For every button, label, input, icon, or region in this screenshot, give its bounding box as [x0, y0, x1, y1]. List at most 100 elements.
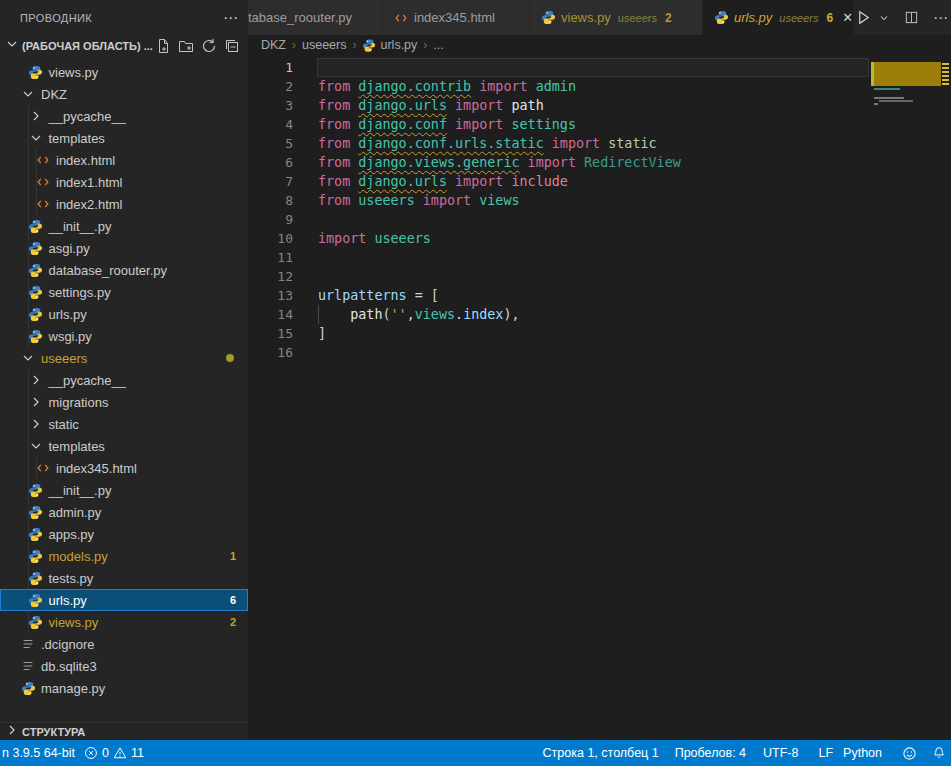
breadcrumb-item[interactable]: urls.py	[380, 38, 417, 52]
more-actions-icon[interactable]: ⋯	[933, 9, 948, 27]
minimap-line-mark	[874, 103, 878, 105]
tree-folder-useeers[interactable]: useeers	[0, 347, 248, 369]
new-file-icon[interactable]	[155, 38, 171, 54]
file-tree: views.pyDKZ__pycache__templatesindex.htm…	[0, 61, 248, 699]
code-editor[interactable]: 12from django.contrib import admin3from …	[248, 55, 951, 740]
explorer-title: ПРОВОДНИК	[20, 12, 92, 24]
tree-file-database-roouter-py[interactable]: database_roouter.py	[0, 259, 248, 281]
line-number: 14	[248, 305, 293, 324]
minimap-warning-block	[874, 62, 941, 86]
cursor-position-status[interactable]: Строка 1, столбец 1	[543, 746, 659, 760]
tree-file-index2-html[interactable]: index2.html	[0, 193, 248, 215]
chevron-down-icon	[20, 86, 36, 102]
feedback-icon[interactable]	[902, 746, 917, 761]
tree-file-admin-py[interactable]: admin.py	[0, 501, 248, 523]
breadcrumb-separator-icon: ›	[423, 38, 427, 52]
breadcrumb-item[interactable]: useeers	[302, 38, 346, 52]
tree-file-index345-html[interactable]: index345.html	[0, 457, 248, 479]
code-text: from django.contrib import admin	[293, 77, 576, 96]
run-dropdown-chevron-icon[interactable]	[878, 12, 890, 24]
tree-item-label: manage.py	[41, 681, 105, 696]
tree-file-wsgi-py[interactable]: wsgi.py	[0, 325, 248, 347]
tree-file-index1-html[interactable]: index1.html	[0, 171, 248, 193]
tree-file-manage-py[interactable]: manage.py	[0, 677, 248, 699]
tree-file-asgi-py[interactable]: asgi.py	[0, 237, 248, 259]
tree-folder-dkz[interactable]: DKZ	[0, 83, 248, 105]
tree-folder-migrations[interactable]: migrations	[0, 391, 248, 413]
outline-section-header[interactable]: СТРУКТУРА	[0, 722, 248, 740]
tree-file-settings-py[interactable]: settings.py	[0, 281, 248, 303]
chevron-right-icon	[28, 372, 44, 388]
tree-file-urls-py[interactable]: urls.py6	[0, 589, 248, 611]
tree-item-label: static	[49, 417, 79, 432]
problems-badge: 1	[230, 550, 236, 562]
encoding-status[interactable]: UTF-8	[763, 746, 798, 760]
tab-label: index345.html	[414, 10, 495, 25]
chevron-down-icon	[20, 350, 36, 366]
indentation-status[interactable]: Пробелов: 4	[675, 746, 746, 760]
python-file-icon	[28, 306, 44, 322]
breadcrumb-separator-icon: ›	[352, 38, 356, 52]
line-number: 1	[248, 58, 293, 77]
tree-item-label: urls.py	[49, 307, 87, 322]
code-line-4: 4from django.conf import settings	[248, 115, 951, 134]
code-text: urlpatterns = [	[293, 286, 439, 305]
tree-file-urls-py[interactable]: urls.py	[0, 303, 248, 325]
editor-group: tabase_roouter.pyindex345.htmlviews.pyus…	[248, 0, 951, 740]
breadcrumb-separator-icon: ›	[292, 38, 296, 52]
code-line-7: 7from django.urls import include	[248, 172, 951, 191]
code-line-6: 6from django.views.generic import Redire…	[248, 153, 951, 172]
tab-urls-py[interactable]: urls.pyuseeers6✕	[703, 0, 855, 35]
tab-index345-html[interactable]: index345.html	[383, 0, 530, 35]
line-number: 10	[248, 229, 293, 248]
tree-file-models-py[interactable]: models.py 1	[0, 545, 248, 567]
tree-file--init-py[interactable]: __init__.py	[0, 479, 248, 501]
tree-folder-static[interactable]: static	[0, 413, 248, 435]
explorer-more-actions-icon[interactable]: ⋯	[223, 13, 238, 23]
tree-file-views-py[interactable]: views.py	[0, 61, 248, 83]
tree-folder-templates[interactable]: templates	[0, 127, 248, 149]
python-file-icon	[28, 64, 44, 80]
problems-status[interactable]: 0 11	[84, 746, 144, 760]
tab-label: views.py	[561, 10, 611, 25]
python-interpreter-status[interactable]: n 3.9.5 64-bit	[2, 746, 75, 760]
tree-folder--pycache-[interactable]: __pycache__	[0, 369, 248, 391]
close-icon[interactable]: ✕	[842, 10, 853, 25]
tree-file--init-py[interactable]: __init__.py	[0, 215, 248, 237]
python-file-icon	[28, 482, 44, 498]
tree-file-index-html[interactable]: index.html	[0, 149, 248, 171]
tree-item-label: asgi.py	[49, 241, 90, 256]
refresh-icon[interactable]	[201, 38, 217, 54]
collapse-all-icon[interactable]	[224, 38, 240, 54]
breadcrumb-item[interactable]: DKZ	[261, 38, 286, 52]
new-folder-icon[interactable]	[178, 38, 194, 54]
tree-file-views-py[interactable]: views.py2	[0, 611, 248, 633]
tree-item-label: views.py	[49, 615, 99, 630]
tree-item-label: models.py	[49, 549, 108, 564]
language-mode-status[interactable]: Python	[843, 746, 882, 760]
split-editor-icon[interactable]	[904, 10, 919, 25]
workspace-section-header[interactable]: (РАБОЧАЯ ОБЛАСТЬ) ...	[0, 35, 248, 57]
tree-item-label: index.html	[56, 153, 115, 168]
minimap[interactable]	[871, 57, 951, 167]
line-number: 3	[248, 96, 293, 115]
tree-file--dcignore[interactable]: .dcignore	[0, 633, 248, 655]
tree-item-label: database_roouter.py	[49, 263, 168, 278]
eol-status[interactable]: LF	[818, 746, 833, 760]
breadcrumb[interactable]: DKZ › useeers › urls.py ›...	[248, 35, 951, 55]
tab-tabase-roouter-py[interactable]: tabase_roouter.py	[248, 0, 383, 35]
tree-file-tests-py[interactable]: tests.py	[0, 567, 248, 589]
breadcrumb-item[interactable]: ...	[433, 38, 443, 52]
tree-folder--pycache-[interactable]: __pycache__	[0, 105, 248, 127]
bell-icon[interactable]	[932, 746, 946, 760]
tree-file-apps-py[interactable]: apps.py	[0, 523, 248, 545]
code-line-16: 16	[248, 343, 951, 362]
chevron-right-icon	[28, 416, 44, 432]
error-icon	[84, 746, 98, 760]
python-file-icon	[20, 680, 36, 696]
tree-folder-templates[interactable]: templates	[0, 435, 248, 457]
code-line-9: 9	[248, 210, 951, 229]
tab-views-py[interactable]: views.pyuseeers2	[530, 0, 703, 35]
tree-file-db-sqlite3[interactable]: db.sqlite3	[0, 655, 248, 677]
run-python-file-icon[interactable]	[855, 9, 872, 26]
